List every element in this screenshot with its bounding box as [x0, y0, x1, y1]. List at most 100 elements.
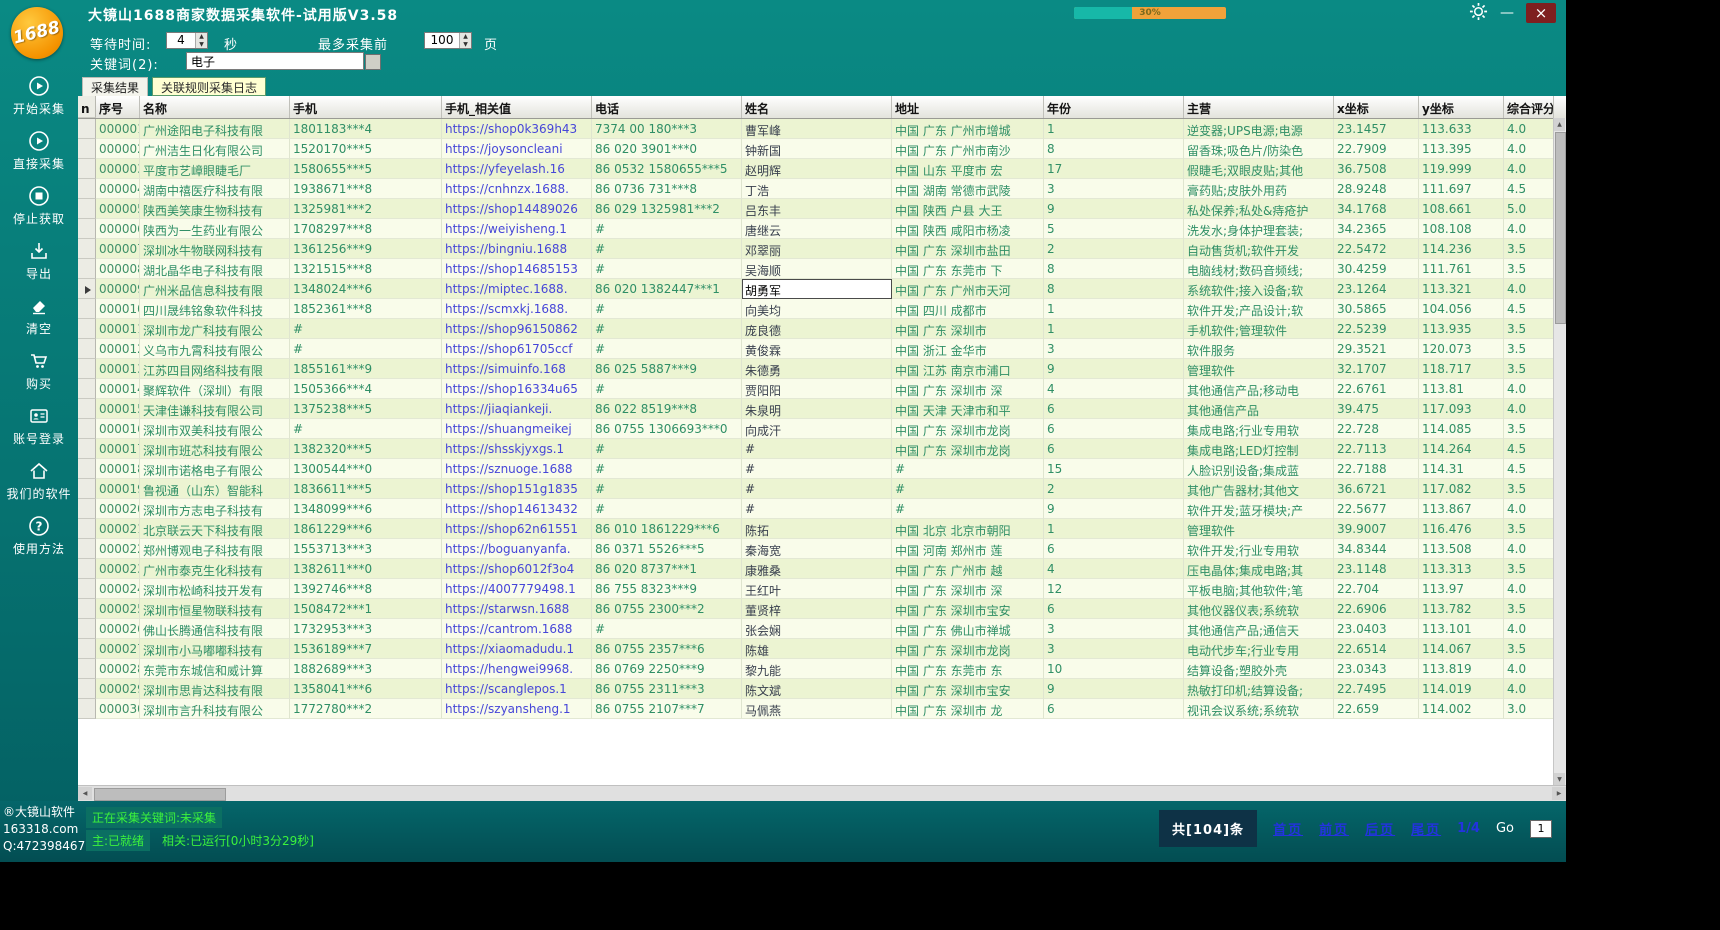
- cell[interactable]: 手机软件;管理软件: [1184, 319, 1334, 339]
- row-selector[interactable]: [78, 479, 96, 499]
- cell[interactable]: 3.5: [1504, 359, 1554, 379]
- cell[interactable]: 1938671***8: [290, 179, 442, 199]
- cell[interactable]: 118.717: [1419, 359, 1504, 379]
- cell[interactable]: 86 025 5887***9: [592, 359, 742, 379]
- cell[interactable]: 3.5: [1504, 559, 1554, 579]
- horizontal-scroll-thumb[interactable]: [94, 788, 226, 801]
- cell[interactable]: 吴海顺: [742, 259, 892, 279]
- cell[interactable]: 86 029 1325981***2: [592, 199, 742, 219]
- cell[interactable]: 000019: [96, 479, 140, 499]
- cell[interactable]: https://cnhnzx.1688.: [442, 179, 592, 199]
- cell[interactable]: https://4007779498.1: [442, 579, 592, 599]
- cell[interactable]: 深圳市小马嘟嘟科技有: [140, 639, 290, 659]
- cell[interactable]: 向成汗: [742, 419, 892, 439]
- cell[interactable]: 秦海宽: [742, 539, 892, 559]
- cell[interactable]: 000003: [96, 159, 140, 179]
- cell[interactable]: 000005: [96, 199, 140, 219]
- cell[interactable]: 6: [1044, 419, 1184, 439]
- cell[interactable]: 000018: [96, 459, 140, 479]
- cell[interactable]: 中国 广东 深圳市宝安: [892, 599, 1044, 619]
- cell[interactable]: 000009: [96, 279, 140, 299]
- cell[interactable]: 000012: [96, 339, 140, 359]
- cell[interactable]: 中国 广东 佛山市禅城: [892, 619, 1044, 639]
- cell[interactable]: 3: [1044, 619, 1184, 639]
- cell[interactable]: https://szyansheng.1: [442, 699, 592, 719]
- tab-rule-log[interactable]: 关联规则采集日志: [152, 77, 266, 96]
- cell[interactable]: 中国 四川 成都市: [892, 299, 1044, 319]
- cell[interactable]: 4.0: [1504, 499, 1554, 519]
- cell[interactable]: 9: [1044, 499, 1184, 519]
- cell[interactable]: 唐继云: [742, 219, 892, 239]
- cell[interactable]: 软件开发;蓝牙模块;产: [1184, 499, 1334, 519]
- row-selector[interactable]: [78, 499, 96, 519]
- cell[interactable]: 张会娴: [742, 619, 892, 639]
- cell[interactable]: 逆变器;UPS电源;电源: [1184, 119, 1334, 139]
- cell[interactable]: 深圳市方志电子科技有: [140, 499, 290, 519]
- cell[interactable]: 23.0403: [1334, 619, 1419, 639]
- cell[interactable]: 000015: [96, 399, 140, 419]
- spin-down-icon[interactable]: ▼: [196, 41, 207, 49]
- cell[interactable]: 000014: [96, 379, 140, 399]
- cell[interactable]: 广州洁生日化有限公司: [140, 139, 290, 159]
- cell[interactable]: 广州市泰克生化科技有: [140, 559, 290, 579]
- cell[interactable]: #: [592, 219, 742, 239]
- cell[interactable]: 4.0: [1504, 219, 1554, 239]
- row-selector[interactable]: [78, 519, 96, 539]
- keyword-more-button[interactable]: [365, 54, 381, 70]
- cell[interactable]: 4.0: [1504, 679, 1554, 699]
- cell[interactable]: 15: [1044, 459, 1184, 479]
- cell[interactable]: 5: [1044, 219, 1184, 239]
- cell[interactable]: 其他广告器材;其他文: [1184, 479, 1334, 499]
- cell[interactable]: 12: [1044, 579, 1184, 599]
- cell[interactable]: #: [892, 459, 1044, 479]
- cell[interactable]: 22.704: [1334, 579, 1419, 599]
- cell[interactable]: 1852361***8: [290, 299, 442, 319]
- table-row[interactable]: 000020深圳市方志电子科技有1348099***6https://shop1…: [78, 499, 1566, 519]
- minimize-button[interactable]: —: [1497, 5, 1517, 21]
- table-row[interactable]: 000008湖北晶华电子科技有限1321515***8https://shop1…: [78, 259, 1566, 279]
- cell[interactable]: 1772780***2: [290, 699, 442, 719]
- sidebar-item-help[interactable]: ?使用方法: [0, 508, 78, 563]
- table-row[interactable]: 000005陕西美笑康生物科技有1325981***2https://shop1…: [78, 199, 1566, 219]
- cell[interactable]: 1325981***2: [290, 199, 442, 219]
- gear-icon[interactable]: [1469, 2, 1488, 25]
- row-selector[interactable]: [78, 339, 96, 359]
- cell[interactable]: #: [592, 619, 742, 639]
- cell[interactable]: https://shop151g1835: [442, 479, 592, 499]
- cell[interactable]: https://shop0k369h43: [442, 119, 592, 139]
- row-selector[interactable]: [78, 159, 96, 179]
- cell[interactable]: 111.697: [1419, 179, 1504, 199]
- cell[interactable]: 113.935: [1419, 319, 1504, 339]
- cell[interactable]: 000029: [96, 679, 140, 699]
- cell[interactable]: https://shop61705ccf: [442, 339, 592, 359]
- cell[interactable]: 000002: [96, 139, 140, 159]
- table-row[interactable]: 000018深圳市诺格电子有限公1300544***0https://sznuo…: [78, 459, 1566, 479]
- cell[interactable]: https://yfeyelash.16: [442, 159, 592, 179]
- cell[interactable]: 中国 广东 深圳市龙岗: [892, 419, 1044, 439]
- cell[interactable]: 平度市艺嶂眼睫毛厂: [140, 159, 290, 179]
- cell[interactable]: 3.5: [1504, 599, 1554, 619]
- cell[interactable]: 董贤梓: [742, 599, 892, 619]
- table-row[interactable]: 000012义乌市九霄科技有限公#https://shop61705ccf#黄俊…: [78, 339, 1566, 359]
- cell[interactable]: 4.0: [1504, 279, 1554, 299]
- cell[interactable]: 4: [1044, 379, 1184, 399]
- table-row[interactable]: 000024深圳市松崎科技开发有1392746***8https://40077…: [78, 579, 1566, 599]
- column-header-11[interactable]: y坐标: [1419, 96, 1504, 118]
- table-row[interactable]: 000026佛山长腾通信科技有限1732953***3https://cantr…: [78, 619, 1566, 639]
- cell[interactable]: 软件服务: [1184, 339, 1334, 359]
- cell[interactable]: 108.108: [1419, 219, 1504, 239]
- cell[interactable]: #: [592, 379, 742, 399]
- cell[interactable]: 22.7495: [1334, 679, 1419, 699]
- cell[interactable]: 管理软件: [1184, 519, 1334, 539]
- cell[interactable]: 000011: [96, 319, 140, 339]
- cell[interactable]: 东莞市东城信和威计算: [140, 659, 290, 679]
- cell[interactable]: 000004: [96, 179, 140, 199]
- cell[interactable]: 佛山长腾通信科技有限: [140, 619, 290, 639]
- cell[interactable]: 中国 广东 深圳市盐田: [892, 239, 1044, 259]
- table-row[interactable]: 000001广州途阳电子科技有限1801183***4https://shop0…: [78, 119, 1566, 139]
- cell[interactable]: 深圳市诺格电子有限公: [140, 459, 290, 479]
- cell[interactable]: https://boguanyanfa.: [442, 539, 592, 559]
- cell[interactable]: 系统软件;接入设备;软: [1184, 279, 1334, 299]
- cell[interactable]: 湖北晶华电子科技有限: [140, 259, 290, 279]
- cell[interactable]: https://scanglepos.1: [442, 679, 592, 699]
